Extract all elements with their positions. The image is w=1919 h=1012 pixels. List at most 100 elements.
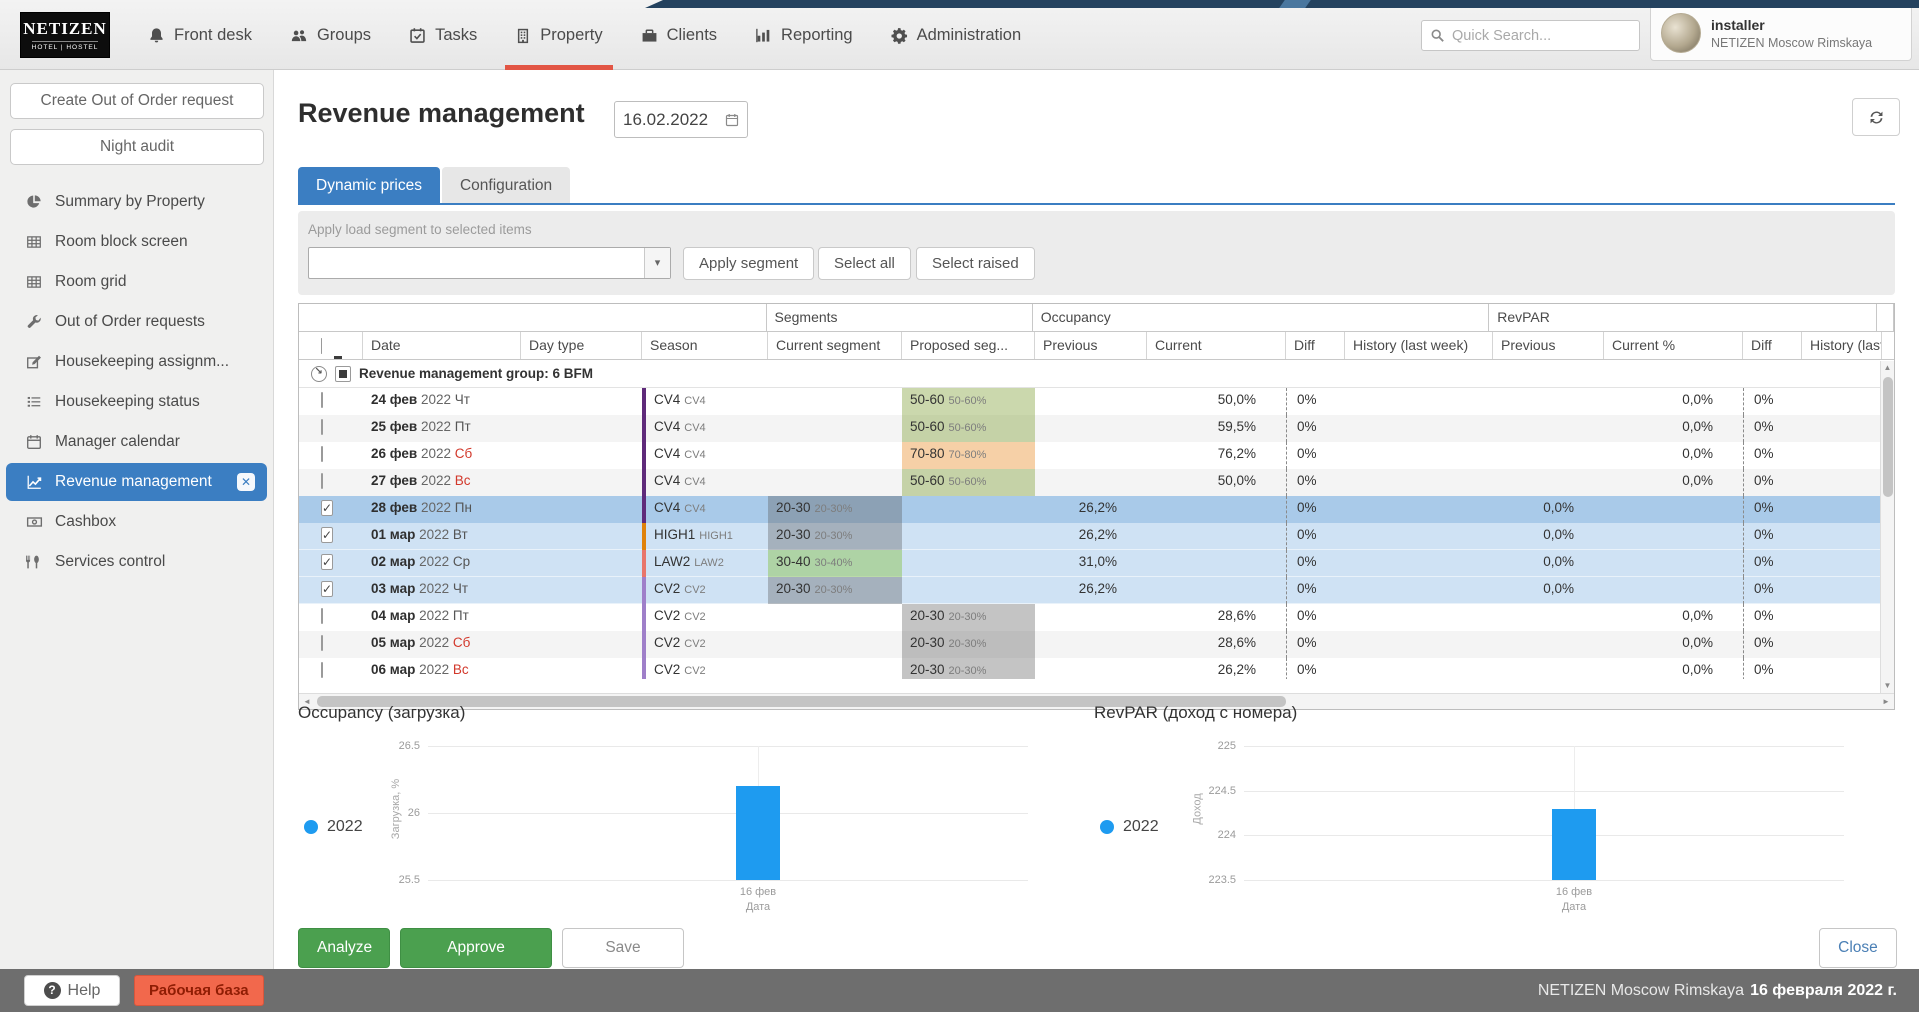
- column-header-10[interactable]: Previous: [1493, 332, 1604, 359]
- date-value: 16.02.2022: [623, 110, 708, 130]
- column-header-4[interactable]: Current segment: [768, 332, 902, 359]
- date-day: 03 мар: [371, 581, 415, 596]
- approve-selected-button[interactable]: Approve selected: [400, 928, 552, 968]
- chevron-down-icon[interactable]: ▾: [644, 248, 670, 278]
- row-checkbox[interactable]: [321, 392, 323, 408]
- column-header-13[interactable]: History (last we: [1802, 332, 1882, 359]
- scroll-down-icon[interactable]: ▼: [1881, 679, 1894, 693]
- date-cell: 05 мар 2022 Сб: [363, 631, 521, 658]
- night-audit-button[interactable]: Night audit: [10, 129, 264, 165]
- table-row[interactable]: 25 фев 2022 ПтCV4CV450-6050-60%59,5%0%0,…: [299, 415, 1894, 442]
- user-menu[interactable]: installer NETIZEN Moscow Rimskaya: [1650, 5, 1912, 61]
- nav-item-front-desk[interactable]: Front desk: [134, 0, 266, 70]
- table-row[interactable]: 04 мар 2022 ПтCV2CV220-3020-30%28,6%0%0,…: [299, 604, 1894, 631]
- calendar-icon[interactable]: [725, 113, 739, 127]
- table-row[interactable]: 05 мар 2022 СбCV2CV220-3020-30%28,6%0%0,…: [299, 631, 1894, 658]
- row-checkbox-cell: [299, 496, 363, 523]
- row-checkbox[interactable]: [321, 581, 333, 597]
- column-header-5[interactable]: Proposed seg...: [902, 332, 1035, 359]
- table-row[interactable]: 24 фев 2022 ЧтCV4CV450-6050-60%50,0%0%0,…: [299, 388, 1894, 415]
- nav-items: NETIZEN HOTEL | HOSTEL Front deskGroupsT…: [20, 0, 1035, 70]
- select-all-checkbox[interactable]: [321, 338, 354, 359]
- row-checkbox[interactable]: [321, 608, 323, 624]
- group-row[interactable]: Revenue management group: 6 BFM: [299, 360, 1894, 388]
- table-row[interactable]: 27 фев 2022 ВсCV4CV450-6050-60%50,0%0%0,…: [299, 469, 1894, 496]
- column-header-3[interactable]: Season: [642, 332, 768, 359]
- sidebar-item-out-of-order-requests[interactable]: Out of Order requests: [6, 303, 267, 341]
- bar-16-фев: [1552, 809, 1596, 880]
- column-header-1[interactable]: Date: [363, 332, 521, 359]
- table-row[interactable]: 03 мар 2022 ЧтCV2CV220-3020-30%26,2%0%0,…: [299, 577, 1894, 604]
- row-checkbox[interactable]: [321, 554, 333, 570]
- occupancy-current-cell: [1147, 577, 1286, 604]
- sidebar-item-label: Services control: [55, 553, 255, 571]
- column-header-7[interactable]: Current: [1147, 332, 1286, 359]
- close-icon[interactable]: ✕: [237, 473, 255, 491]
- table-row[interactable]: 01 мар 2022 ВтHIGH1HIGH120-3020-30%26,2%…: [299, 523, 1894, 550]
- netizen-logo[interactable]: NETIZEN HOTEL | HOSTEL: [20, 12, 110, 58]
- occupancy-current-cell: 26,2%: [1147, 658, 1286, 679]
- occupancy-previous-cell: [1035, 388, 1147, 415]
- row-checkbox[interactable]: [321, 635, 323, 651]
- apply-segment-button[interactable]: Apply segment: [683, 247, 814, 280]
- sidebar-item-revenue-management[interactable]: Revenue management✕: [6, 463, 267, 501]
- date-input[interactable]: 16.02.2022: [614, 101, 748, 138]
- tab-dynamic-prices[interactable]: Dynamic prices: [298, 167, 440, 205]
- column-header-12[interactable]: Diff: [1743, 332, 1802, 359]
- select-all-button[interactable]: Select all: [818, 247, 911, 280]
- column-header-6[interactable]: Previous: [1035, 332, 1147, 359]
- select-raised-button[interactable]: Select raised: [916, 247, 1035, 280]
- sidebar-item-summary-by-property[interactable]: Summary by Property: [6, 183, 267, 221]
- scroll-up-icon[interactable]: ▲: [1881, 361, 1894, 375]
- row-checkbox[interactable]: [321, 662, 323, 678]
- date-year: 2022: [419, 608, 449, 623]
- occupancy-current-cell: [1147, 496, 1286, 523]
- column-header-8[interactable]: Diff: [1286, 332, 1345, 359]
- nav-item-administration[interactable]: Administration: [877, 0, 1036, 70]
- row-checkbox[interactable]: [321, 419, 323, 435]
- tab-configuration[interactable]: Configuration: [442, 167, 570, 205]
- group-checkbox[interactable]: [335, 366, 351, 382]
- column-header-11[interactable]: Current %: [1604, 332, 1743, 359]
- row-checkbox[interactable]: [321, 500, 333, 516]
- revpar-previous-cell: 0,0%: [1493, 496, 1604, 523]
- close-button[interactable]: Close: [1819, 928, 1897, 968]
- table-row[interactable]: 26 фев 2022 СбCV4CV470-8070-80%76,2%0%0,…: [299, 442, 1894, 469]
- refresh-button[interactable]: [1852, 98, 1900, 136]
- sidebar-item-manager-calendar[interactable]: Manager calendar: [6, 423, 267, 461]
- logo-text: NETIZEN: [23, 19, 107, 39]
- help-button[interactable]: ? Help: [24, 975, 120, 1006]
- column-header-9[interactable]: History (last week): [1345, 332, 1493, 359]
- table-row[interactable]: 02 мар 2022 СрLAW2LAW230-4030-40%31,0%0%…: [299, 550, 1894, 577]
- search-input[interactable]: [1452, 28, 1612, 44]
- vertical-scroll-thumb[interactable]: [1883, 377, 1893, 497]
- sidebar-item-services-control[interactable]: Services control: [6, 543, 267, 581]
- nav-item-reporting[interactable]: Reporting: [741, 0, 867, 70]
- sidebar-item-housekeeping-status[interactable]: Housekeeping status: [6, 383, 267, 421]
- nav-item-clients[interactable]: Clients: [627, 0, 731, 70]
- collapse-group-icon[interactable]: [311, 366, 327, 382]
- column-header-2[interactable]: Day type: [521, 332, 642, 359]
- nav-item-groups[interactable]: Groups: [276, 0, 385, 70]
- create-out-of-order-button[interactable]: Create Out of Order request: [10, 83, 264, 119]
- table-row[interactable]: 06 мар 2022 ВсCV2CV220-3020-30%26,2%0%0,…: [299, 658, 1894, 679]
- segment-select[interactable]: ▾: [308, 247, 671, 279]
- row-checkbox[interactable]: [321, 473, 323, 489]
- nav-item-tasks[interactable]: Tasks: [395, 0, 491, 70]
- analyze-button[interactable]: Analyze: [298, 928, 390, 968]
- table-row[interactable]: 28 фев 2022 ПнCV4CV420-3020-30%26,2%0%0,…: [299, 496, 1894, 523]
- row-checkbox[interactable]: [321, 446, 323, 462]
- help-label: Help: [68, 982, 101, 1000]
- chart-occupancy: Occupancy (загрузка)2022Загрузка, %26.52…: [298, 703, 1088, 921]
- database-badge[interactable]: Рабочая база: [134, 975, 264, 1006]
- nav-item-property[interactable]: Property: [501, 0, 616, 70]
- row-checkbox[interactable]: [321, 527, 333, 543]
- save-changes-button[interactable]: Save changes: [562, 928, 684, 968]
- occupancy-history-cell: [1345, 577, 1493, 604]
- sidebar-item-housekeeping-assignm-[interactable]: Housekeeping assignm...: [6, 343, 267, 381]
- vertical-scrollbar[interactable]: ▲ ▼: [1880, 361, 1894, 693]
- sidebar-item-room-block-screen[interactable]: Room block screen: [6, 223, 267, 261]
- sidebar-item-room-grid[interactable]: Room grid: [6, 263, 267, 301]
- x-axis-label: Дата: [1534, 901, 1614, 913]
- sidebar-item-cashbox[interactable]: Cashbox: [6, 503, 267, 541]
